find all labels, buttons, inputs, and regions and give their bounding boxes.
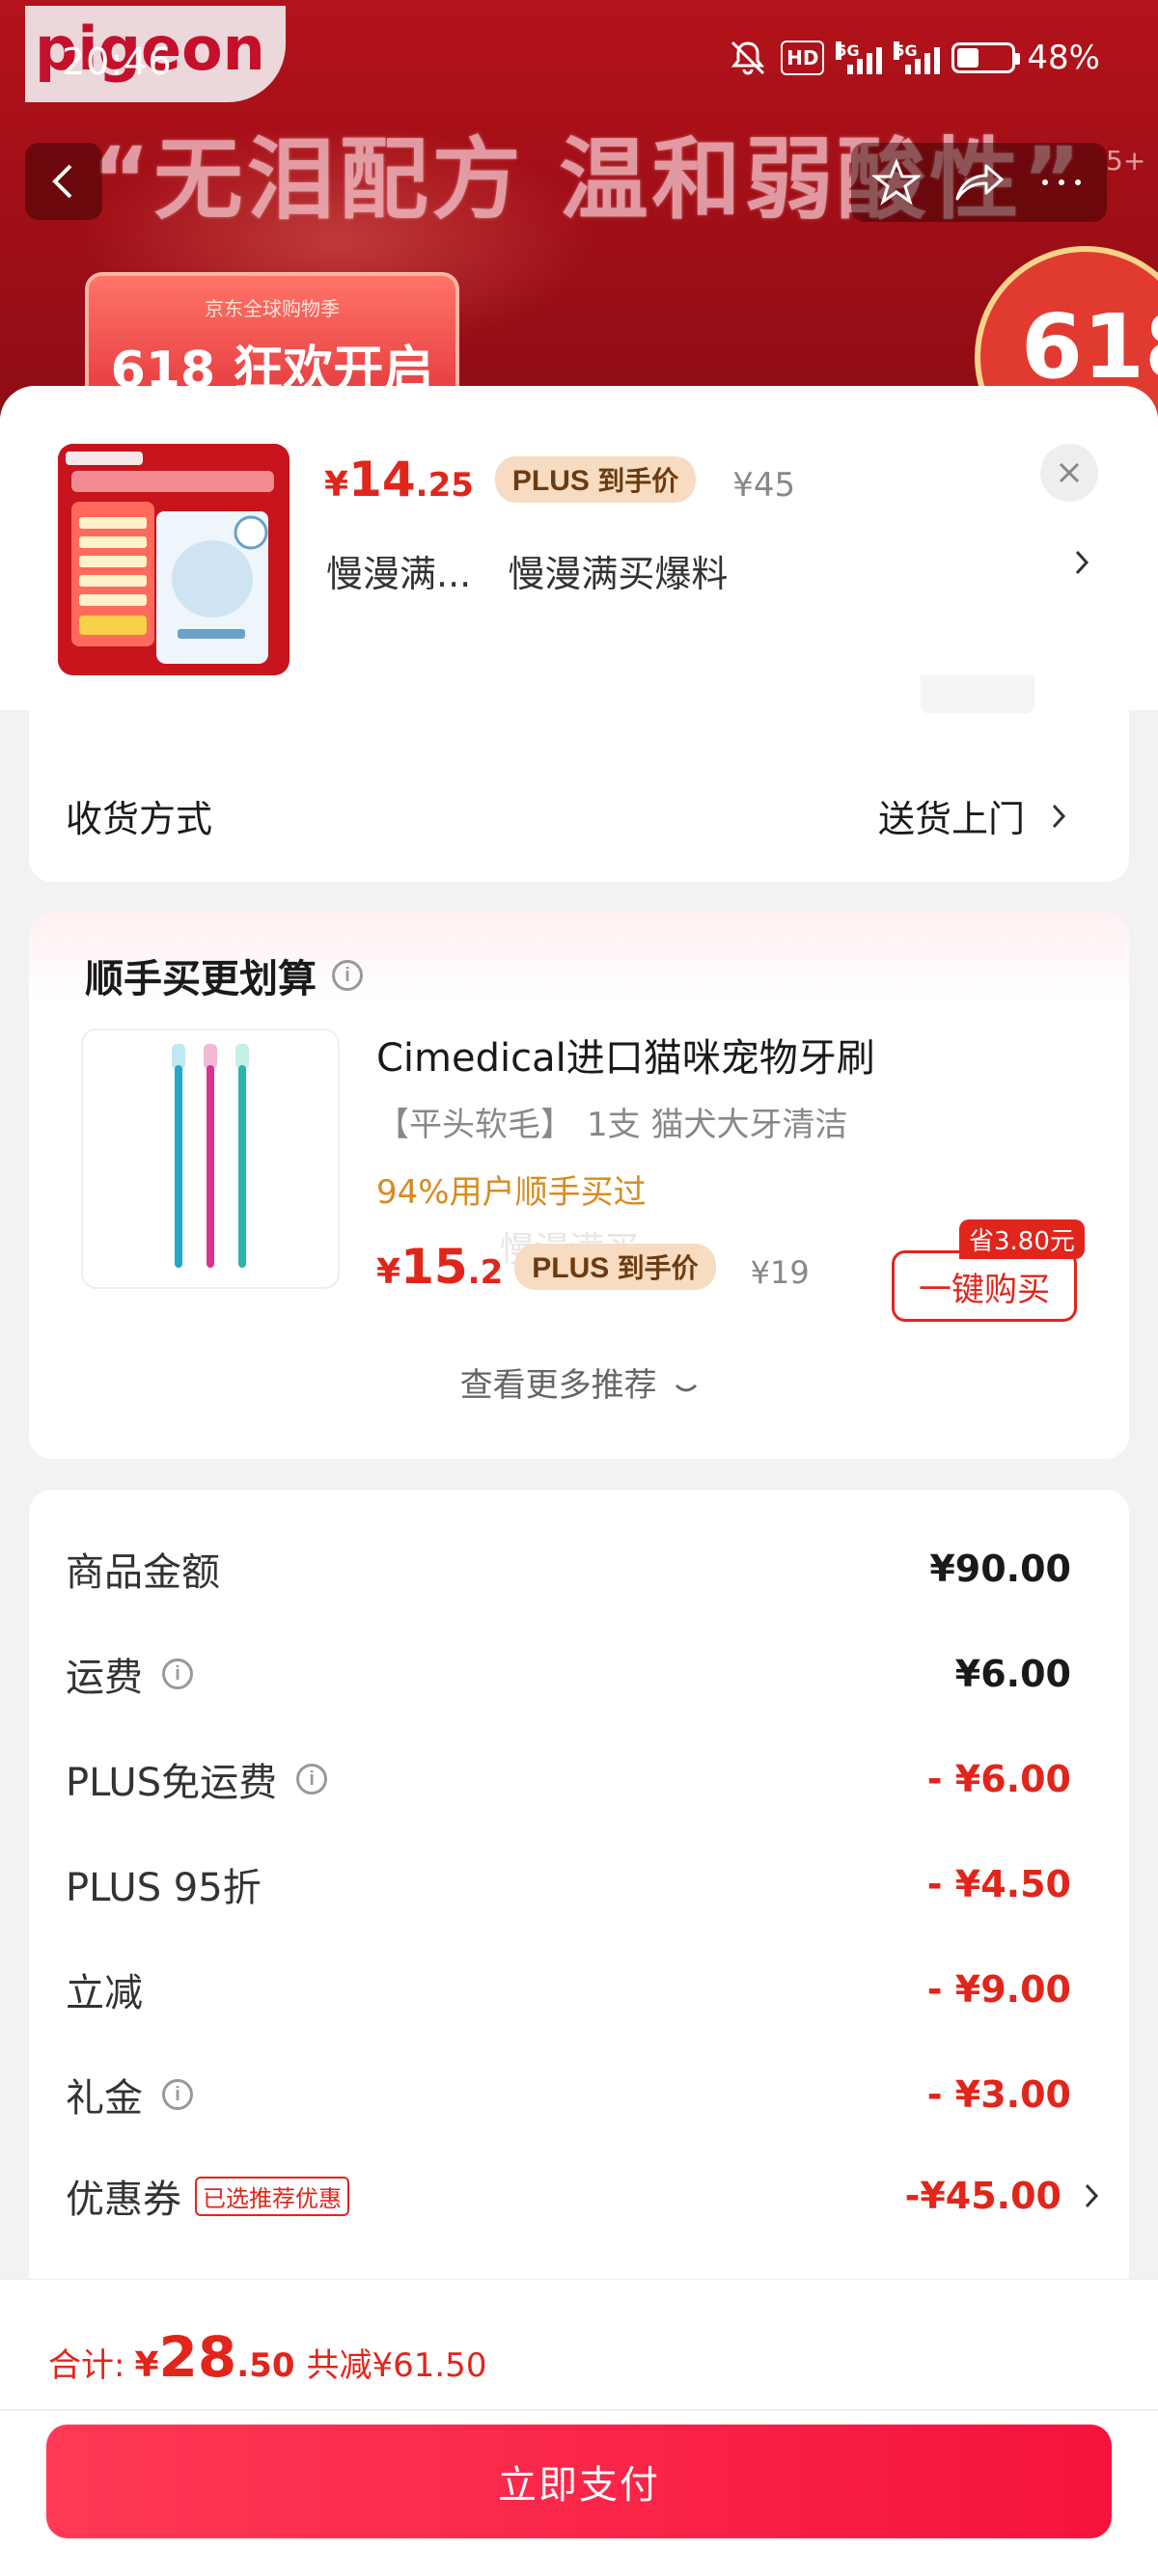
order-sheet: ¥14.25 PLUS 到手价 ¥45 慢漫满... 慢漫满买爆料 收货方式 送… — [0, 386, 1158, 2576]
delivery-method[interactable]: 送货上门 — [878, 789, 1067, 842]
summary-row-plus-free-shipping: PLUS免运费 i - ¥6.00 — [66, 1758, 1071, 1805]
more-recommend-link[interactable]: 查看更多推荐 — [29, 1358, 1129, 1406]
info-icon[interactable]: i — [332, 960, 363, 991]
info-icon[interactable]: i — [296, 1764, 328, 1795]
info-icon[interactable]: i — [162, 2079, 193, 2110]
recommend-price-row: ¥15.2 PLUS 到手价 ¥19 — [376, 1239, 810, 1296]
delivery-value: 送货上门 — [878, 798, 1026, 840]
product-price: ¥14.25 — [324, 452, 474, 507]
order-total: 合计: ¥28.50 共减¥61.50 — [48, 2324, 486, 2390]
save-badge: 省3.80元 — [959, 1219, 1085, 1259]
plus-price-tag: PLUS 到手价 — [514, 1244, 716, 1290]
chevron-right-icon — [1085, 2183, 1099, 2208]
recommend-original-price: ¥19 — [750, 1254, 810, 1291]
coupon-selected-tag: 已选推荐优惠 — [195, 2176, 349, 2216]
share-icon[interactable] — [951, 158, 1006, 206]
banner-promo-sub: 京东全球购物季 — [205, 297, 340, 320]
status-time: 20:46 — [62, 41, 173, 83]
signal-5g-icon: 5G — [836, 41, 883, 74]
product-header: ¥14.25 PLUS 到手价 ¥45 慢漫满... 慢漫满买爆料 — [0, 386, 1158, 710]
close-button[interactable] — [1040, 444, 1098, 502]
original-price: ¥45 — [732, 466, 796, 505]
toothbrush-image — [172, 1044, 249, 1268]
scrolled-content-peek — [921, 675, 1034, 714]
pay-now-button[interactable]: 立即支付 — [46, 2425, 1112, 2538]
total-saved: 共减¥61.50 — [306, 2346, 487, 2385]
chevron-down-icon — [676, 1384, 698, 1392]
product-price-row: ¥14.25 PLUS 到手价 ¥45 — [324, 452, 795, 508]
chevron-right-icon[interactable] — [1073, 548, 1090, 577]
summary-row-coupon[interactable]: 优惠券 已选推荐优惠 -¥45.00 — [66, 2167, 1100, 2225]
total-price: ¥28.50 — [134, 2324, 295, 2390]
chevron-right-icon — [1052, 804, 1066, 828]
recommend-item-desc: 【平头软毛】 1支 猫犬大牙清洁 — [376, 1106, 848, 1144]
nav-actions — [851, 143, 1107, 222]
delivery-card: 收货方式 送货上门 — [29, 675, 1129, 882]
summary-row-gift-money: 礼金 i - ¥3.00 — [66, 2073, 1071, 2121]
promo-tag: 慢漫满买爆料 — [508, 553, 729, 595]
recommend-item-name[interactable]: Cimedical进口猫咪宠物牙刷 — [376, 1027, 875, 1082]
chevron-left-icon — [52, 164, 72, 199]
delivery-label: 收货方式 — [66, 798, 213, 840]
checkout-bar: 合计: ¥28.50 共减¥61.50 立即支付 — [0, 2279, 1158, 2576]
status-bar: 20:46 HD 5G 5G 48% — [0, 37, 1158, 95]
summary-row-instant-discount: 立减 - ¥9.00 — [66, 1968, 1071, 2015]
image-count: 5+ — [1106, 145, 1146, 177]
mute-bell-icon — [731, 41, 765, 75]
summary-row-plus-discount: PLUS 95折 - ¥4.50 — [66, 1863, 1071, 1910]
recommend-item-thumbnail[interactable] — [81, 1028, 340, 1289]
product-image — [58, 444, 290, 675]
plus-price-tag: PLUS 到手价 — [494, 456, 697, 503]
signal-5g-icon: 5G — [894, 41, 941, 74]
status-icons: HD 5G 5G 48% — [727, 39, 1100, 77]
promo-tag: 慢漫满... — [326, 553, 472, 595]
more-icon[interactable] — [1037, 173, 1086, 192]
recommend-item-stat: 94%用户顺手买过 — [376, 1173, 647, 1212]
close-icon — [1059, 462, 1080, 483]
bundle-title: 顺手买更划算 i — [85, 947, 363, 1003]
recommend-price: ¥15.2 — [376, 1239, 504, 1295]
star-icon[interactable] — [872, 158, 922, 206]
battery-icon — [951, 42, 1021, 73]
battery-text: 48% — [1027, 39, 1100, 77]
promo-tags-row[interactable]: 慢漫满... 慢漫满买爆料 — [326, 544, 728, 597]
back-button[interactable] — [25, 143, 102, 220]
hd-badge: HD — [781, 41, 825, 75]
divider — [0, 2409, 1158, 2411]
summary-row-shipping: 运费 i ¥6.00 — [66, 1653, 1071, 1700]
info-icon[interactable]: i — [162, 1658, 193, 1689]
total-label: 合计: — [48, 2346, 125, 2385]
one-click-buy-button[interactable]: 一键购买 — [892, 1250, 1077, 1322]
summary-row-goods: 商品金额 ¥90.00 — [66, 1548, 1071, 1595]
bundle-recommend-card: 顺手买更划算 i Cimedical进口猫咪宠物牙刷 【平头软毛】 1支 猫犬大牙… — [29, 913, 1129, 1459]
product-thumbnail — [58, 444, 290, 675]
